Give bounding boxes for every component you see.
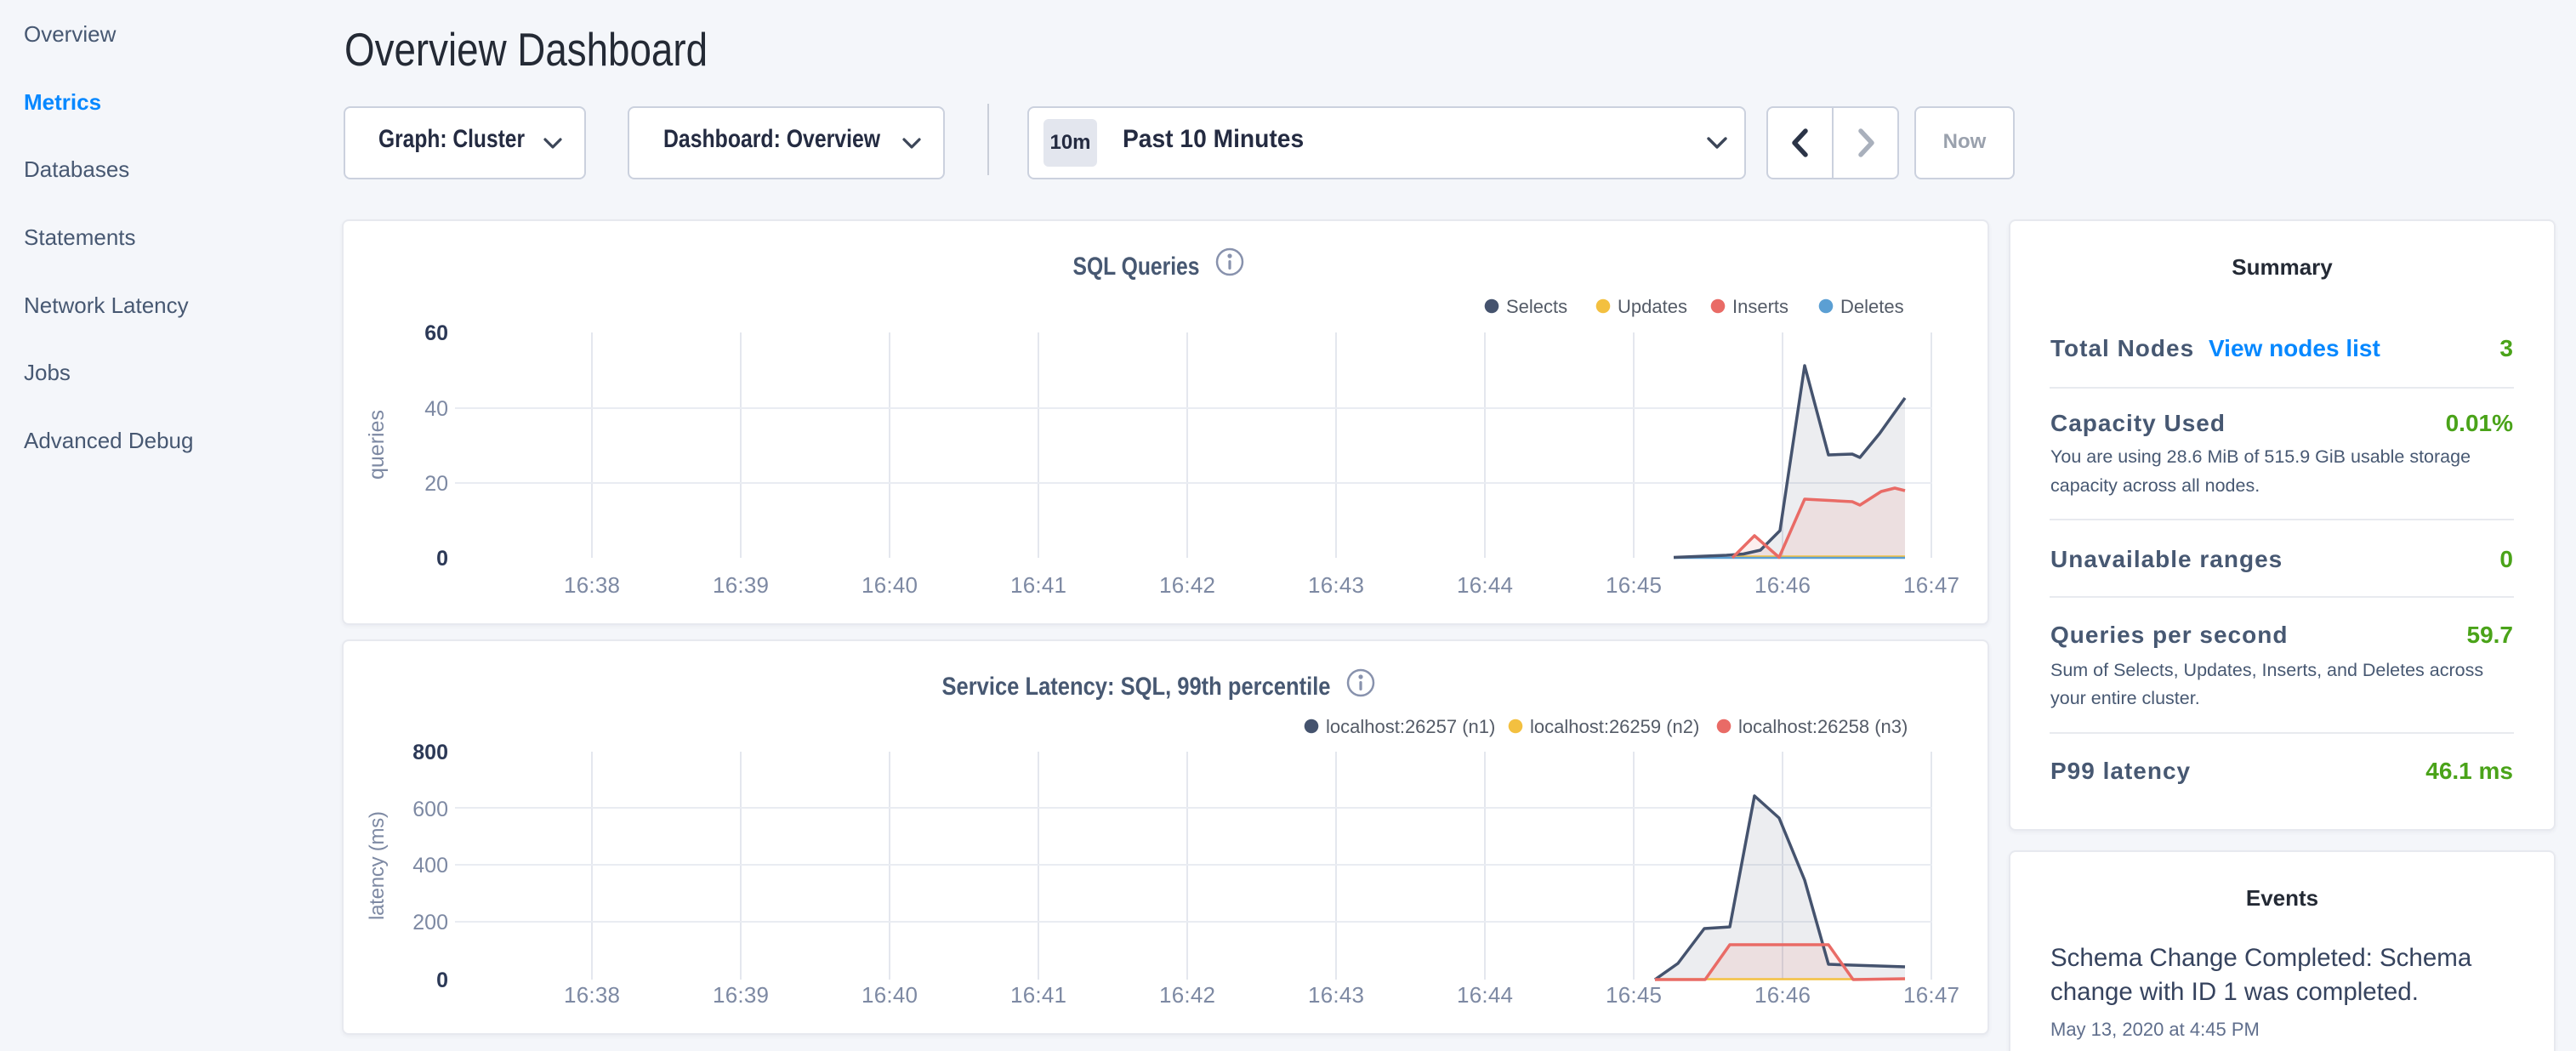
- svg-text:16:43: 16:43: [1308, 982, 1364, 1008]
- svg-text:0: 0: [436, 969, 448, 992]
- svg-text:16:46: 16:46: [1754, 982, 1811, 1008]
- svg-text:16:47: 16:47: [1903, 982, 1959, 1008]
- svg-text:Service Latency: SQL, 99th per: Service Latency: SQL, 99th percentile: [942, 673, 1331, 701]
- svg-text:16:42: 16:42: [1159, 982, 1215, 1008]
- svg-text:800: 800: [412, 741, 448, 764]
- svg-text:16:41: 16:41: [1010, 572, 1066, 598]
- svg-text:600: 600: [412, 798, 448, 821]
- svg-text:16:40: 16:40: [862, 572, 918, 598]
- svg-text:Selects: Selects: [1506, 296, 1567, 317]
- svg-text:40: 40: [424, 397, 448, 421]
- svg-text:16:41: 16:41: [1010, 982, 1066, 1008]
- svg-text:latency (ms): latency (ms): [366, 811, 389, 920]
- svg-text:16:39: 16:39: [713, 982, 769, 1008]
- svg-text:localhost:26257 (n1): localhost:26257 (n1): [1326, 716, 1495, 737]
- svg-text:16:39: 16:39: [713, 572, 769, 598]
- svg-text:localhost:26258 (n3): localhost:26258 (n3): [1738, 716, 1908, 737]
- svg-text:queries: queries: [365, 410, 389, 480]
- svg-text:16:45: 16:45: [1606, 572, 1662, 598]
- svg-text:16:46: 16:46: [1754, 572, 1811, 598]
- svg-text:16:40: 16:40: [862, 982, 918, 1008]
- svg-text:60: 60: [424, 321, 448, 345]
- svg-text:16:38: 16:38: [564, 572, 620, 598]
- svg-text:Inserts: Inserts: [1732, 296, 1788, 317]
- svg-text:200: 200: [412, 911, 448, 935]
- svg-text:localhost:26259 (n2): localhost:26259 (n2): [1530, 716, 1699, 737]
- svg-text:16:47: 16:47: [1903, 572, 1959, 598]
- svg-text:16:45: 16:45: [1606, 982, 1662, 1008]
- svg-text:16:44: 16:44: [1457, 982, 1513, 1008]
- svg-text:16:38: 16:38: [564, 982, 620, 1008]
- svg-text:20: 20: [424, 472, 448, 496]
- svg-text:Updates: Updates: [1618, 296, 1687, 317]
- svg-text:16:43: 16:43: [1308, 572, 1364, 598]
- svg-text:16:44: 16:44: [1457, 572, 1513, 598]
- svg-text:16:42: 16:42: [1159, 572, 1215, 598]
- svg-text:400: 400: [412, 854, 448, 878]
- svg-text:Deletes: Deletes: [1840, 296, 1904, 317]
- svg-text:0: 0: [436, 547, 448, 571]
- svg-text:SQL Queries: SQL Queries: [1073, 253, 1200, 281]
